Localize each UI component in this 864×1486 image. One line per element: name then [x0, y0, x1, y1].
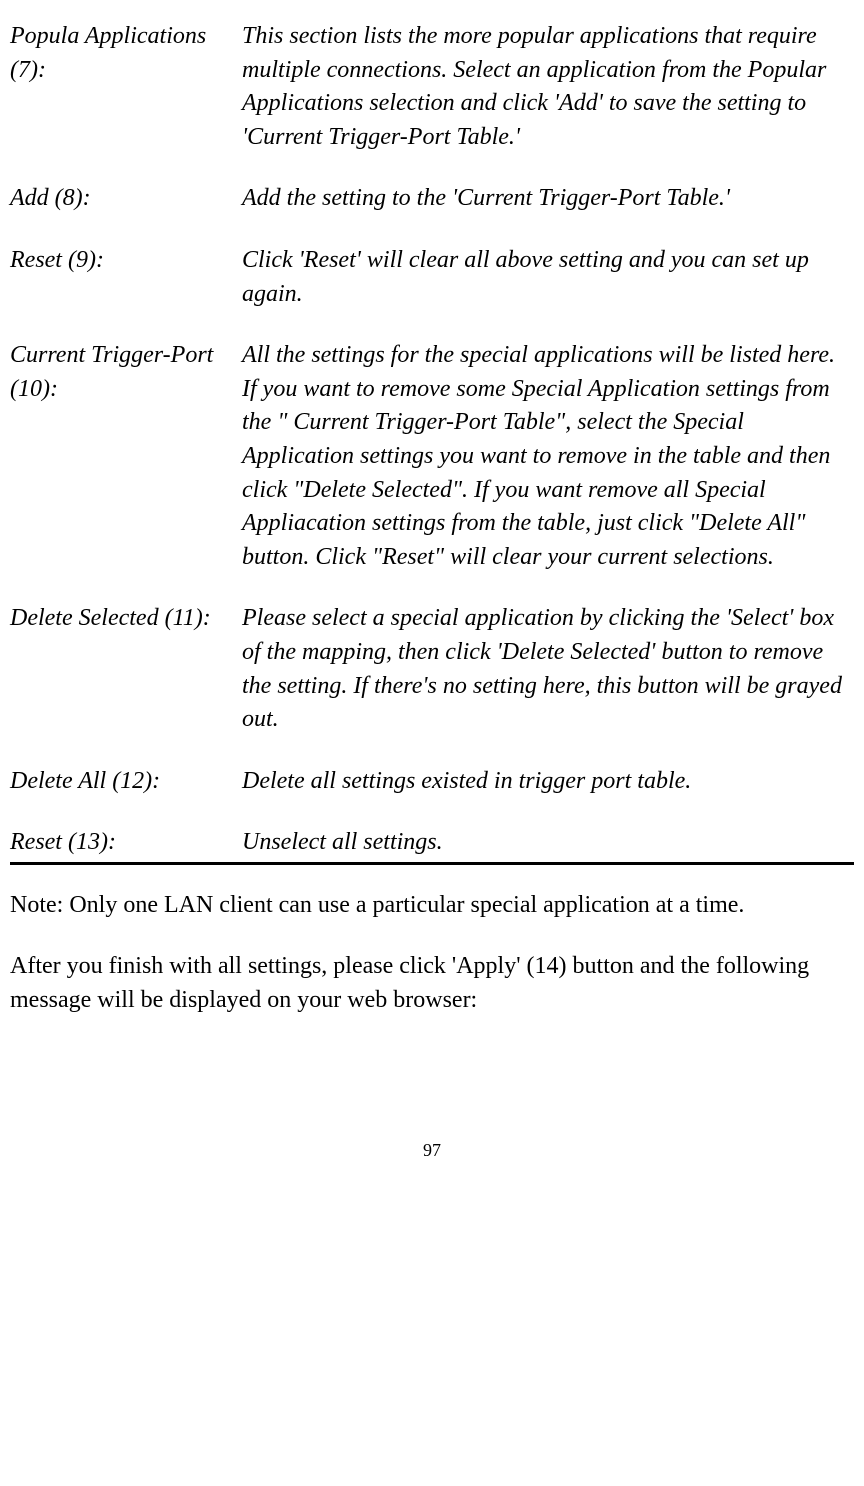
definition-description: This section lists the more popular appl…: [242, 20, 854, 154]
page-number: 97: [10, 1138, 854, 1163]
definition-term: Reset (13):: [10, 826, 242, 860]
definition-term: Reset (9):: [10, 244, 242, 311]
instruction-text: After you finish with all settings, plea…: [10, 950, 854, 1017]
definition-term: Delete Selected (11):: [10, 602, 242, 736]
definition-term: Add (8):: [10, 182, 242, 216]
definition-description: Please select a special application by c…: [242, 602, 854, 736]
definition-term: Delete All (12):: [10, 765, 242, 799]
section-divider: [10, 862, 854, 865]
note-text: Note: Only one LAN client can use a part…: [10, 889, 854, 923]
definition-term: Popula Applications (7):: [10, 20, 242, 154]
definition-row: Delete All (12): Delete all settings exi…: [10, 765, 854, 799]
definition-row: Reset (13): Unselect all settings.: [10, 826, 854, 860]
definition-row: Current Trigger-Port (10): All the setti…: [10, 339, 854, 574]
definition-term: Current Trigger-Port (10):: [10, 339, 242, 574]
definition-description: All the settings for the special applica…: [242, 339, 854, 574]
definition-row: Popula Applications (7): This section li…: [10, 20, 854, 154]
definition-description: Delete all settings existed in trigger p…: [242, 765, 854, 799]
definitions-list: Popula Applications (7): This section li…: [10, 20, 854, 860]
definition-description: Add the setting to the 'Current Trigger-…: [242, 182, 854, 216]
definition-description: Unselect all settings.: [242, 826, 854, 860]
definition-row: Add (8): Add the setting to the 'Current…: [10, 182, 854, 216]
definition-row: Reset (9): Click 'Reset' will clear all …: [10, 244, 854, 311]
definition-row: Delete Selected (11): Please select a sp…: [10, 602, 854, 736]
definition-description: Click 'Reset' will clear all above setti…: [242, 244, 854, 311]
